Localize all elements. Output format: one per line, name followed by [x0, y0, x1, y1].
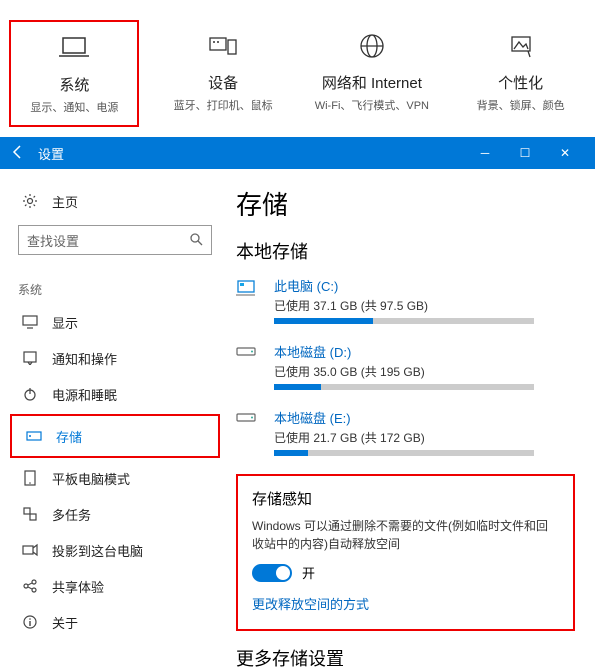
storage-sense-toggle[interactable]: 开: [252, 563, 559, 582]
sidebar-item-tablet[interactable]: 平板电脑模式: [8, 460, 222, 496]
gear-icon: [18, 193, 42, 209]
search-placeholder: 查找设置: [27, 231, 79, 250]
change-free-space-link[interactable]: 更改释放空间的方式: [252, 594, 559, 613]
category-title: 系统: [59, 74, 89, 95]
drive-item[interactable]: 此电脑 (C:) 已使用 37.1 GB (共 97.5 GB): [236, 276, 575, 324]
sidebar-item-power[interactable]: 电源和睡眠: [8, 376, 222, 412]
category-subtitle: 显示、通知、电源: [30, 99, 118, 115]
sidebar-item-shared[interactable]: 共享体验: [8, 568, 222, 604]
usage-bar: [274, 384, 534, 390]
drive-icon: [236, 408, 264, 456]
usage-bar: [274, 318, 534, 324]
sidebar-item-multitask[interactable]: 多任务: [8, 496, 222, 532]
drive-item[interactable]: 本地磁盘 (E:) 已使用 21.7 GB (共 172 GB): [236, 408, 575, 456]
devices-icon: [208, 30, 238, 62]
storage-icon: [22, 431, 46, 441]
settings-categories-row: 系统 显示、通知、电源 设备 蓝牙、打印机、鼠标 网络和 Internet Wi…: [0, 0, 595, 137]
drive-usage: 已使用 21.7 GB (共 172 GB): [274, 429, 575, 446]
category-devices[interactable]: 设备 蓝牙、打印机、鼠标: [158, 20, 288, 127]
category-title: 设备: [208, 72, 238, 93]
sidebar-item-display[interactable]: 显示: [8, 304, 222, 340]
toggle-label: 开: [302, 563, 315, 582]
highlight-storage: 存储: [10, 414, 220, 458]
drive-icon: [236, 342, 264, 390]
search-input[interactable]: 查找设置: [18, 225, 212, 255]
drive-name: 此电脑 (C:): [274, 276, 575, 295]
sidebar-item-label: 多任务: [52, 505, 91, 524]
maximize-button[interactable]: ☐: [505, 146, 545, 160]
power-icon: [18, 387, 42, 401]
category-subtitle: Wi-Fi、飞行模式、VPN: [315, 97, 429, 113]
drive-icon: [236, 276, 264, 324]
storage-sense-desc: Windows 可以通过删除不需要的文件(例如临时文件和回收站中的内容)自动释放…: [252, 517, 559, 553]
tablet-icon: [18, 470, 42, 486]
sidebar-item-label: 主页: [52, 192, 78, 211]
sidebar-item-label: 电源和睡眠: [52, 385, 117, 404]
display-icon: [18, 315, 42, 329]
sidebar-item-label: 关于: [52, 613, 78, 632]
category-subtitle: 蓝牙、打印机、鼠标: [174, 97, 273, 113]
paint-icon: [508, 30, 534, 62]
drive-usage: 已使用 37.1 GB (共 97.5 GB): [274, 297, 575, 314]
drive-usage: 已使用 35.0 GB (共 195 GB): [274, 363, 575, 380]
search-icon: [189, 232, 203, 249]
section-local-storage: 本地存储: [236, 238, 575, 264]
info-icon: [18, 615, 42, 629]
category-system[interactable]: 系统 显示、通知、电源: [9, 20, 139, 127]
sidebar-item-label: 投影到这台电脑: [52, 541, 143, 560]
sidebar-item-project[interactable]: 投影到这台电脑: [8, 532, 222, 568]
sidebar-item-label: 通知和操作: [52, 349, 117, 368]
sidebar-group-label: 系统: [8, 263, 222, 304]
storage-sense-section: 存储感知 Windows 可以通过删除不需要的文件(例如临时文件和回收站中的内容…: [236, 474, 575, 631]
sidebar-item-label: 平板电脑模式: [52, 469, 130, 488]
category-title: 个性化: [498, 72, 543, 93]
category-title: 网络和 Internet: [322, 72, 422, 93]
notification-icon: [18, 351, 42, 365]
sidebar-home[interactable]: 主页: [8, 183, 222, 219]
sidebar-item-about[interactable]: 关于: [8, 604, 222, 640]
shared-icon: [18, 579, 42, 593]
sidebar-item-notifications[interactable]: 通知和操作: [8, 340, 222, 376]
sidebar-item-label: 显示: [52, 313, 78, 332]
drive-item[interactable]: 本地磁盘 (D:) 已使用 35.0 GB (共 195 GB): [236, 342, 575, 390]
sidebar: 主页 查找设置 系统 显示 通知和操作 电源和睡眠 存储: [0, 169, 230, 613]
drive-name: 本地磁盘 (E:): [274, 408, 575, 427]
content-area: 存储 本地存储 此电脑 (C:) 已使用 37.1 GB (共 97.5 GB) 本…: [230, 169, 595, 613]
category-subtitle: 背景、锁屏、颜色: [477, 97, 565, 113]
sidebar-item-storage[interactable]: 存储: [12, 418, 218, 454]
window-titlebar: 设置 ─ ☐ ✕: [0, 137, 595, 169]
storage-sense-title: 存储感知: [252, 488, 559, 509]
toggle-switch-icon: [252, 564, 292, 582]
category-network[interactable]: 网络和 Internet Wi-Fi、飞行模式、VPN: [307, 20, 437, 127]
window-title: 设置: [38, 144, 64, 163]
section-more-storage: 更多存储设置: [236, 645, 575, 671]
project-icon: [18, 543, 42, 557]
multitask-icon: [18, 507, 42, 521]
page-title: 存储: [236, 185, 575, 222]
back-icon[interactable]: [10, 144, 26, 163]
sidebar-item-label: 共享体验: [52, 577, 104, 596]
minimize-button[interactable]: ─: [465, 146, 505, 160]
close-button[interactable]: ✕: [545, 146, 585, 160]
laptop-icon: [57, 32, 91, 64]
drive-name: 本地磁盘 (D:): [274, 342, 575, 361]
category-personalization[interactable]: 个性化 背景、锁屏、颜色: [456, 20, 586, 127]
globe-icon: [359, 30, 385, 62]
usage-bar: [274, 450, 534, 456]
sidebar-item-label: 存储: [56, 427, 82, 446]
